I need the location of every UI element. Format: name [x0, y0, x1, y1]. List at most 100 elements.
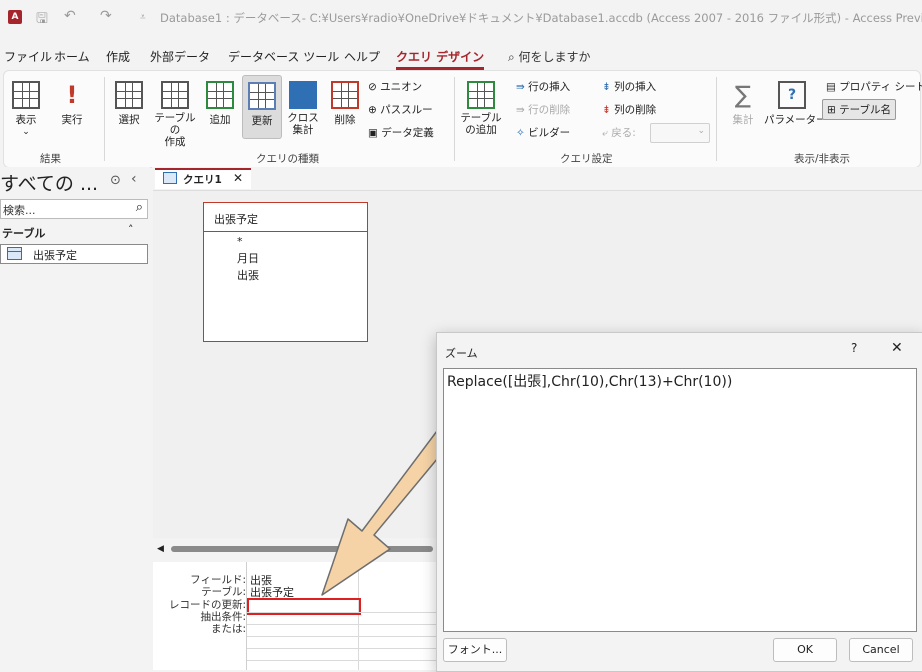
- insert-row-icon: ⇛: [516, 81, 529, 93]
- append-query-button[interactable]: 追加: [204, 81, 236, 127]
- nav-item-table[interactable]: 出張予定: [0, 244, 148, 264]
- grid-column-divider: [246, 562, 247, 670]
- tab-create[interactable]: 作成: [106, 48, 130, 65]
- crosstab-query-button[interactable]: クロス 集計: [286, 81, 320, 136]
- field-list-item[interactable]: 出張: [237, 267, 259, 283]
- zoom-text-area[interactable]: Replace([出張],Chr(10),Chr(13)+Chr(10)): [443, 368, 917, 632]
- select-query-button[interactable]: 選択: [112, 81, 146, 127]
- totals-button[interactable]: ∑ 集計: [728, 81, 758, 127]
- builder-button[interactable]: ✧ ビルダー: [516, 125, 570, 140]
- table-names-icon: ⊞: [827, 104, 840, 116]
- parameters-button[interactable]: ? パラメーター: [764, 81, 827, 127]
- run-button[interactable]: ! 実行: [56, 81, 88, 127]
- tab-external-data[interactable]: 外部データ: [150, 48, 210, 65]
- font-button[interactable]: フォント...: [443, 638, 507, 662]
- group-label-show-hide: 表示/非表示: [794, 153, 851, 165]
- help-icon[interactable]: ?: [851, 341, 857, 355]
- table-icon: [7, 247, 22, 260]
- add-table-icon: [467, 81, 495, 109]
- add-table-button[interactable]: テーブル の追加: [460, 81, 502, 136]
- row-labels: フィールド: テーブル: レコードの更新: 抽出条件: または:: [153, 562, 246, 670]
- data-definition-query-button[interactable]: ▣ データ定義: [368, 125, 434, 140]
- group-label-query-type: クエリの種類: [256, 153, 319, 165]
- nav-group-tables[interactable]: テーブル: [2, 225, 45, 241]
- select-query-icon: [115, 81, 143, 109]
- wand-icon: ✧: [516, 127, 529, 139]
- delete-row-button[interactable]: ⇛ 行の削除: [516, 102, 570, 117]
- return-label: ⤶ 戻る:: [602, 127, 636, 139]
- nav-collapse-icon[interactable]: ‹: [131, 171, 137, 187]
- table-names-button[interactable]: ⊞ テーブル名: [822, 99, 897, 120]
- close-tab-icon[interactable]: ✕: [233, 171, 243, 185]
- nav-pane-title[interactable]: すべての ...: [0, 169, 98, 196]
- delete-row-icon: ⇛: [516, 104, 529, 116]
- close-icon[interactable]: ✕: [891, 340, 903, 356]
- data-definition-icon: ▣: [368, 127, 382, 139]
- group-label-results: 結果: [40, 153, 61, 165]
- search-icon: ⌕: [135, 200, 143, 215]
- return-icon: ⤶: [602, 127, 612, 139]
- search-icon: ⌕: [508, 50, 519, 64]
- scroll-left-icon[interactable]: ◀: [157, 544, 164, 554]
- parameters-icon: ?: [778, 81, 806, 109]
- property-sheet-button[interactable]: ▤ プロパティ シート: [826, 79, 922, 94]
- chevron-down-icon: ⌄: [22, 127, 30, 137]
- crosstab-icon: [289, 81, 317, 109]
- field-list-header[interactable]: 出張予定: [204, 203, 367, 232]
- window-title: Database1 : データベース- C:¥Users¥radio¥OneDr…: [160, 11, 922, 25]
- field-list-item[interactable]: 月日: [237, 250, 259, 266]
- group-separator: [716, 77, 717, 161]
- zoom-dialog-title: ズーム: [445, 347, 478, 360]
- delete-query-button[interactable]: 削除: [328, 81, 362, 127]
- group-label-query-setup: クエリ設定: [560, 153, 613, 165]
- cancel-button[interactable]: Cancel: [849, 638, 913, 662]
- chevron-up-icon[interactable]: ˄: [128, 223, 134, 236]
- insert-column-icon: ⇟: [602, 81, 615, 93]
- update-query-button[interactable]: 更新: [242, 75, 282, 139]
- field-list-item[interactable]: *: [237, 235, 243, 248]
- make-table-query-button[interactable]: テーブルの 作成: [150, 81, 200, 148]
- sigma-icon: ∑: [734, 81, 752, 109]
- expression-text: Replace([出張],Chr(10),Chr(13)+Chr(10)): [447, 374, 733, 390]
- tell-me-search[interactable]: ⌕ 何をしますか: [508, 48, 591, 65]
- ribbon: 表示 ⌄ ! 実行 結果 選択 テーブルの 作成 追加 更新 クロス 集計 削除…: [3, 70, 922, 168]
- undo-icon[interactable]: ↶: [64, 8, 76, 24]
- navigation-pane: すべての ... ⊙ ‹ 検索... ⌕ テーブル ˄ 出張予定: [0, 167, 150, 670]
- zoom-dialog: ズーム ? ✕ Replace([出張],Chr(10),Chr(13)+Chr…: [436, 332, 922, 672]
- tab-help[interactable]: ヘルプ: [344, 48, 380, 65]
- save-icon[interactable]: 🖫: [36, 8, 48, 32]
- tab-database-tools[interactable]: データベース ツール: [228, 48, 339, 65]
- customize-toolbar-icon[interactable]: ⩡: [140, 12, 146, 23]
- tab-file[interactable]: ファイル: [4, 48, 52, 65]
- redo-icon[interactable]: ↷: [100, 8, 112, 24]
- tab-home[interactable]: ホーム: [54, 48, 90, 65]
- nav-search-input[interactable]: 検索... ⌕: [0, 199, 148, 219]
- passthrough-query-button[interactable]: ⊕ パススルー: [368, 102, 433, 117]
- run-exclamation-icon: !: [66, 81, 78, 109]
- return-dropdown[interactable]: ⌄: [650, 123, 710, 143]
- append-query-icon: [206, 81, 234, 109]
- access-app-icon[interactable]: A: [8, 10, 22, 24]
- insert-column-button[interactable]: ⇟ 列の挿入: [602, 79, 656, 94]
- datasheet-view-icon: [12, 81, 40, 109]
- delete-query-icon: [331, 81, 359, 109]
- make-table-icon: [161, 81, 189, 109]
- chevron-down-icon: ⌄: [697, 126, 705, 136]
- union-query-button[interactable]: ⊘ ユニオン: [368, 79, 422, 94]
- globe-icon: ⊕: [368, 104, 381, 116]
- field-list-box[interactable]: 出張予定 * 月日 出張: [203, 202, 368, 342]
- delete-column-icon: ⇟: [602, 104, 615, 116]
- insert-row-button[interactable]: ⇛ 行の挿入: [516, 79, 570, 94]
- tab-query-design[interactable]: クエリ デザイン: [396, 48, 485, 70]
- ribbon-tabs: ファイル ホーム 作成 外部データ データベース ツール ヘルプ クエリ デザイ…: [0, 44, 922, 70]
- group-separator: [454, 77, 455, 161]
- tab-query1[interactable]: クエリ1 ✕: [155, 168, 251, 189]
- ok-button[interactable]: OK: [773, 638, 837, 662]
- view-button[interactable]: 表示 ⌄: [10, 81, 42, 137]
- union-icon: ⊘: [368, 81, 381, 93]
- nav-dropdown-icon[interactable]: ⊙: [110, 173, 121, 188]
- update-query-icon: [248, 82, 276, 110]
- property-sheet-icon: ▤: [826, 81, 840, 93]
- delete-column-button[interactable]: ⇟ 列の削除: [602, 102, 656, 117]
- query-icon: [163, 172, 177, 184]
